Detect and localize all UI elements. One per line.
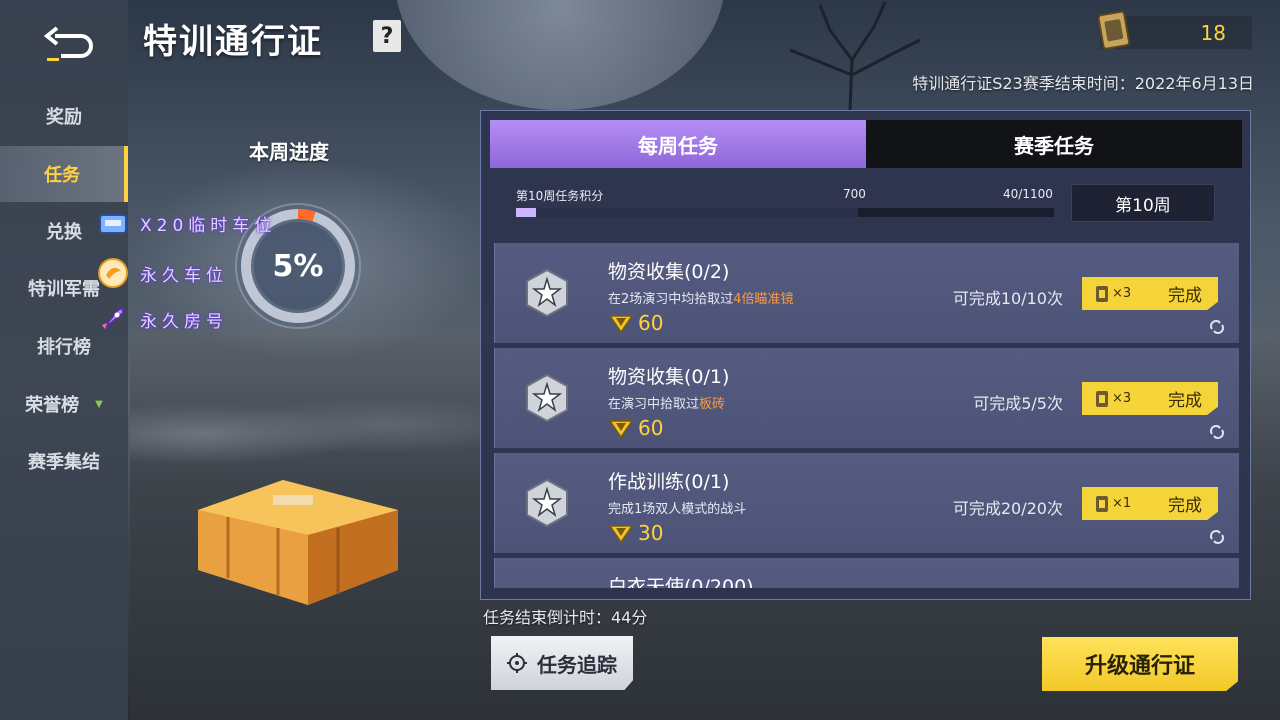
target-icon [507, 653, 527, 673]
season-end-time: 特训通行证S23赛季结束时间：2022年6月13日 [912, 74, 1254, 93]
points-emblem-icon [608, 525, 634, 544]
weekly-progress-title: 本周进度 [249, 140, 329, 164]
reward-multiplier: ×3 [1112, 286, 1132, 301]
complete-label: 完成 [1168, 286, 1202, 306]
reward-multiplier: ×3 [1112, 391, 1132, 406]
task-reward: 60 [608, 416, 663, 440]
complete-label: 完成 [1168, 391, 1202, 411]
upgrade-pass-button[interactable]: 升级通行证 [1042, 637, 1238, 691]
task-reward-value: 60 [638, 416, 664, 440]
complete-button[interactable]: ×3 完成 [1082, 277, 1218, 310]
rocks-background [130, 380, 490, 470]
rank-star-icon [526, 268, 568, 318]
back-arrow-icon [43, 26, 93, 61]
help-button[interactable]: ? [373, 20, 401, 52]
sidebar: 奖励 任务 兑换 特训军需 排行榜 荣誉榜 ▼ 赛季集结 [0, 0, 128, 720]
weekly-score-bar [516, 208, 1054, 217]
pass-card-icon [1098, 10, 1131, 50]
task-reward: 60 [608, 311, 663, 335]
weekly-score-label: 第10周任务积分 [516, 189, 604, 203]
task-title: 物资收集(0/2) [608, 261, 730, 283]
week-selector[interactable]: 第10周 [1071, 184, 1215, 222]
sidebar-item-label: 奖励 [46, 107, 82, 128]
sidebar-item-label: 特训军需 [28, 279, 100, 300]
expand-arrow-icon: ▼ [95, 398, 103, 410]
overlay-text: X20临时车位 [140, 215, 277, 236]
score-bar-segment [516, 208, 859, 217]
swap-icon[interactable] [1209, 529, 1225, 545]
overlay-text: 永久房号 [140, 311, 228, 332]
task-card: 物资收集(0/1) 在演习中拾取过板砖 60 可完成5/5次 ×3 完成 [494, 348, 1239, 448]
pass-card-icon [1096, 495, 1108, 512]
complete-button[interactable]: ×1 完成 [1082, 487, 1218, 520]
points-emblem-icon [608, 420, 634, 439]
weekly-score-value: 40/1100 [1003, 187, 1053, 201]
task-description: 完成1场双人模式的战斗 [608, 502, 747, 517]
complete-label: 完成 [1168, 496, 1202, 516]
wing-badge-icon [96, 256, 130, 290]
task-limit: 可完成10/10次 [952, 289, 1063, 308]
moon-background [395, 0, 725, 110]
score-milestone: 700 [843, 187, 866, 201]
task-tracking-label: 任务追踪 [537, 652, 617, 677]
task-limit: 可完成5/5次 [973, 394, 1063, 413]
task-description: 在2场演习中均拾取过4倍瞄准镜 [608, 292, 794, 307]
sidebar-item-label: 荣誉榜 [25, 395, 80, 416]
score-bar-fill [516, 208, 536, 217]
task-countdown: 任务结束倒计时：44分 [483, 608, 648, 627]
swap-icon[interactable] [1209, 424, 1225, 440]
currency-value: 18 [1200, 21, 1226, 45]
reward-chest-image [198, 480, 398, 605]
currency-display: 18 [1098, 10, 1252, 50]
ticket-icon [96, 206, 130, 240]
sidebar-item-label: 兑换 [46, 222, 82, 243]
overlay-line: X20临时车位 [96, 206, 276, 240]
back-button[interactable] [40, 24, 96, 64]
task-card: 白衣天使(0/200) [494, 558, 1239, 588]
complete-button[interactable]: ×3 完成 [1082, 382, 1218, 415]
sidebar-item-label: 排行榜 [37, 337, 91, 358]
points-emblem-icon [608, 315, 634, 334]
task-limit: 可完成20/20次 [952, 499, 1063, 518]
task-reward: 30 [608, 521, 663, 545]
overlay-line: 永久房号 [96, 302, 228, 336]
task-reward-value: 30 [638, 521, 664, 545]
sidebar-item-rewards[interactable]: 奖励 [0, 88, 128, 144]
task-title: 物资收集(0/1) [608, 366, 730, 388]
sidebar-item-label: 任务 [44, 165, 80, 186]
task-description: 在演习中拾取过板砖 [608, 397, 726, 412]
tab-season-tasks[interactable]: 赛季任务 [866, 120, 1242, 168]
task-card: 作战训练(0/1) 完成1场双人模式的战斗 30 可完成20/20次 ×1 完成 [494, 453, 1239, 553]
task-list[interactable]: 物资收集(0/2) 在2场演习中均拾取过4倍瞄准镜 60 可完成10/10次 ×… [494, 243, 1239, 588]
tab-weekly-tasks[interactable]: 每周任务 [490, 120, 866, 168]
overlay-text: 永久车位 [140, 265, 228, 286]
sidebar-item-honor[interactable]: 荣誉榜 ▼ [0, 376, 128, 432]
pass-card-icon [1096, 285, 1108, 302]
page-title: 特训通行证 [143, 22, 323, 62]
overlay-line: 永久车位 [96, 256, 228, 290]
pass-card-icon [1096, 390, 1108, 407]
swap-icon[interactable] [1209, 319, 1225, 335]
rocket-icon [96, 302, 130, 336]
sidebar-item-season-rally[interactable]: 赛季集结 [0, 433, 128, 489]
reward-multiplier: ×1 [1112, 496, 1132, 511]
task-tracking-button[interactable]: 任务追踪 [491, 636, 633, 690]
task-reward-value: 60 [638, 311, 664, 335]
task-card: 物资收集(0/2) 在2场演习中均拾取过4倍瞄准镜 60 可完成10/10次 ×… [494, 243, 1239, 343]
sidebar-item-tasks[interactable]: 任务 [0, 146, 128, 202]
task-title: 白衣天使(0/200) [608, 576, 754, 588]
rank-star-icon [526, 478, 568, 528]
task-title: 作战训练(0/1) [608, 471, 730, 493]
rank-star-icon [526, 373, 568, 423]
tasks-panel: 每周任务 赛季任务 第10周任务积分 700 40/1100 第10周 物资收集… [480, 110, 1251, 600]
sidebar-item-label: 赛季集结 [28, 452, 100, 473]
